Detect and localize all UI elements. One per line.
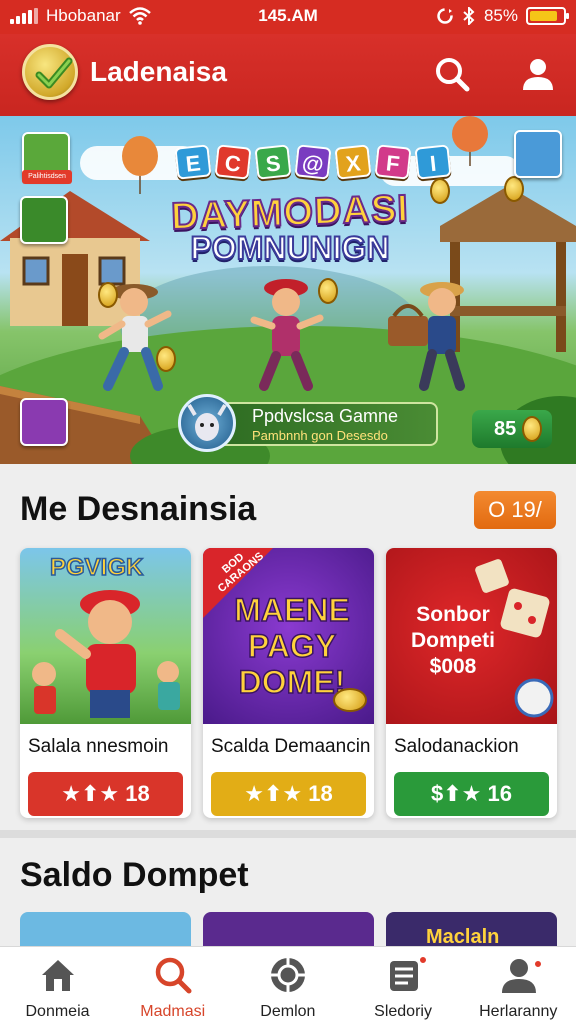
notification-dot [532, 959, 543, 969]
bluetooth-icon [463, 7, 475, 25]
coin-balance-pill[interactable]: 85 [472, 410, 552, 448]
coin-icon [504, 176, 524, 202]
app-title: Ladenaisa [90, 56, 227, 87]
card-label: Salodanackion [394, 736, 519, 757]
mini-game-card[interactable] [20, 196, 68, 244]
card-label: Salala nnesmoin [28, 736, 169, 757]
balloon-icon [122, 136, 158, 194]
nav-label: Herlaranny [479, 1003, 558, 1020]
featured-game-promo[interactable]: Ppdvslcsa Gamne Pambnnh gon Desesdo [178, 394, 440, 452]
card-art-title: MAENE PAGY DOME! [233, 591, 350, 701]
coin-icon [318, 278, 338, 304]
check-badge-icon[interactable] [22, 44, 78, 100]
promo-game-name: Ppdvslcsa Gamne [252, 406, 399, 426]
game-card[interactable]: BOD CARAONS MAENE PAGY DOME! Scalda Dema… [203, 548, 374, 818]
nav-item-search[interactable]: Madmasi [115, 947, 230, 1024]
section-divider [0, 830, 576, 838]
promo-game-subtitle: Pambnnh gon Desesdo [252, 428, 388, 443]
app-screen: Hbobanar 145.AM 85% Ladenaisa E C S @ X … [0, 0, 576, 1024]
nav-item-home[interactable]: Donmeia [0, 947, 115, 1024]
nav-item-wallet[interactable]: Demlon [230, 947, 345, 1024]
card-artwork: Sonbor Dompeti $008 [386, 548, 557, 724]
coin-balance: 85 [494, 417, 517, 440]
card-artwork: BOD CARAONS MAENE PAGY DOME! [203, 548, 374, 724]
coin-icon [522, 416, 543, 442]
letter-tile: F [374, 144, 412, 180]
fireman-character [32, 590, 180, 718]
card-play-button[interactable]: $⬆★ 16 [394, 772, 549, 816]
mini-card-label: Palihtisdsen [22, 170, 72, 184]
coin-icon [333, 688, 367, 712]
card-artwork: PGVIGK [20, 548, 191, 724]
running-girl-character [250, 279, 324, 391]
letter-tile: X [334, 144, 372, 180]
card-play-button[interactable]: ★⬆★ 18 [211, 772, 366, 816]
nav-item-news[interactable]: Sledoriy [346, 947, 461, 1024]
game-card[interactable]: PGVIGK Salala nnesmoin ★⬆★ 18 [20, 548, 191, 818]
card-play-button[interactable]: ★⬆★ 18 [28, 772, 183, 816]
coin-icon [430, 178, 450, 204]
mini-game-card[interactable] [514, 130, 562, 178]
nav-item-profile[interactable]: Herlaranny [461, 947, 576, 1024]
section-badge[interactable]: O 19/ [474, 491, 556, 529]
boy-with-basket-character [388, 282, 465, 391]
app-bar: Ladenaisa [0, 34, 576, 116]
sync-icon [437, 8, 453, 24]
search-icon[interactable] [432, 54, 472, 94]
game-card-list: PGVIGK Salala nnesmoin ★⬆★ 18 BOD CARAON… [20, 548, 557, 818]
letter-tiles: E C S @ X F I [174, 144, 452, 180]
wallet-icon [271, 958, 306, 992]
goat-avatar [178, 394, 236, 452]
bottom-nav: Donmeia Madmasi Demlon Sledoriy Herlaran… [0, 946, 576, 1024]
status-bar: Hbobanar 145.AM 85% [0, 0, 576, 34]
letter-tile: C [214, 144, 252, 180]
balloon-icon [452, 116, 488, 166]
letter-tile: @ [294, 144, 332, 180]
section-title: Me Desnainsia [20, 490, 257, 528]
section-title: Saldo Dompet [20, 856, 249, 894]
nav-label: Sledoriy [374, 1003, 432, 1020]
game-card[interactable]: Sonbor Dompeti $008 Salodanackion $⬆★ 16 [386, 548, 557, 818]
card-label: Scalda Demaancin [211, 736, 371, 757]
notification-dot [417, 955, 428, 965]
nav-label: Madmasi [140, 1003, 206, 1020]
mini-game-card[interactable] [20, 398, 68, 446]
banner-subtitle: POMNUNIGN [189, 229, 390, 267]
letter-tile: I [414, 144, 452, 180]
letter-tile: E [174, 144, 212, 180]
dice-icon [475, 559, 554, 718]
battery-icon [526, 7, 569, 25]
coin-icon [156, 346, 176, 372]
coin-icon [98, 282, 118, 308]
battery-percent: 85% [483, 6, 518, 25]
home-icon [42, 960, 74, 991]
nav-label: Donmeia [25, 1003, 90, 1020]
nav-label: Demlon [260, 1003, 316, 1020]
search-icon [155, 957, 192, 994]
letter-tile: S [254, 144, 292, 180]
profile-icon[interactable] [518, 54, 558, 94]
